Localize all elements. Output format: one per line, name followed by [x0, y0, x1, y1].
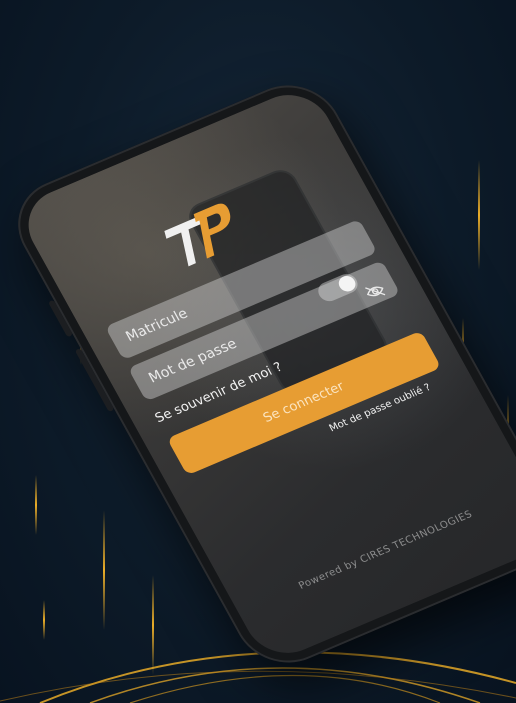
matricule-placeholder: Matricule — [123, 305, 191, 346]
light-streak — [35, 475, 37, 535]
light-streak — [478, 160, 480, 270]
eye-slash-icon[interactable] — [360, 275, 386, 297]
powered-by-text: Powered by CIRES TECHNOLOGIES — [296, 508, 475, 592]
light-streak — [103, 510, 105, 630]
phone-mockup: Matricule Mot de passe Se souvenir de mo… — [0, 70, 516, 678]
